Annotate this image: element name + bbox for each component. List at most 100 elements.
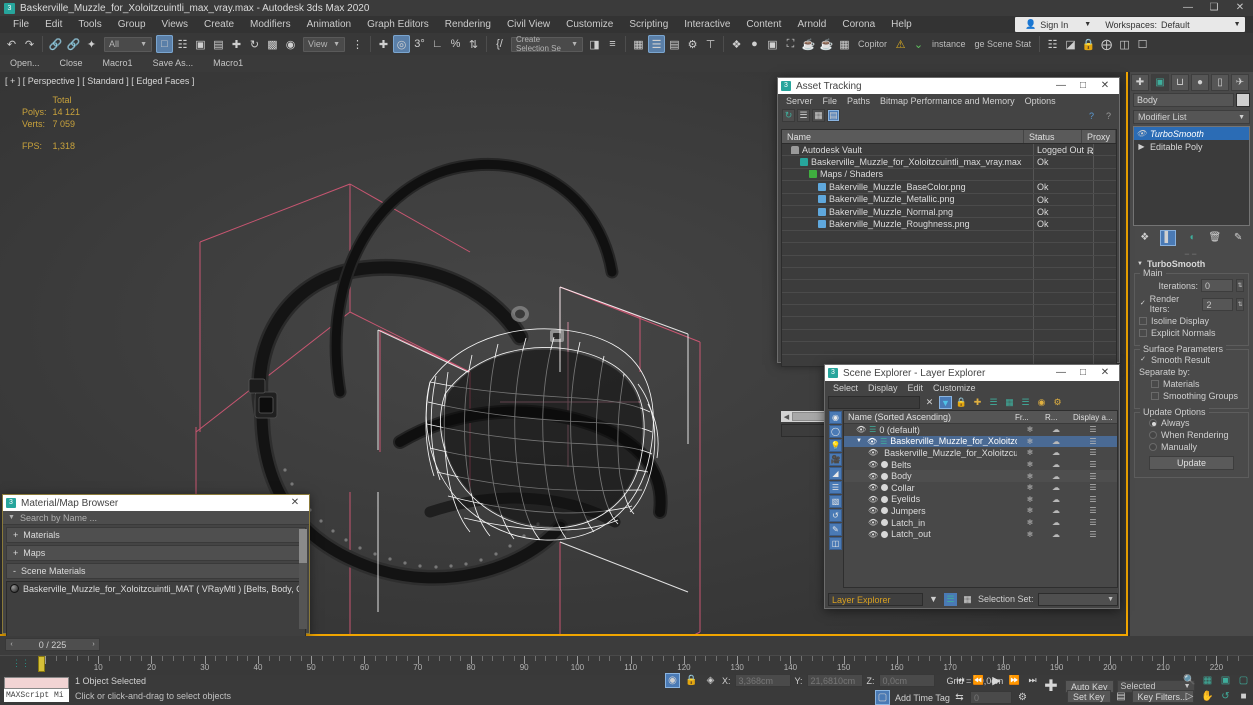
modifier-stack-item-editable-poly[interactable]: ▶ Editable Poly — [1134, 140, 1249, 153]
absolute-relative-mode-icon[interactable]: ◈ — [703, 673, 718, 688]
menu-item-edit[interactable]: Edit — [903, 381, 929, 395]
prev-frame-arrow-icon[interactable]: ‹ — [6, 641, 17, 648]
align-icon[interactable]: ≡ — [604, 35, 621, 53]
macro-button-open-[interactable]: Open... — [0, 55, 50, 72]
display-as-toggle[interactable]: ☰ — [1069, 495, 1117, 504]
selection-filter-dropdown[interactable]: All ▼ — [104, 36, 152, 52]
display-as-toggle[interactable]: ☰ — [1069, 506, 1117, 515]
maximize-button[interactable]: □ — [1072, 365, 1094, 381]
list-item[interactable]: 👁 Jumpers ❄ ☁ ☰ — [844, 505, 1117, 517]
menu-item-content[interactable]: Content — [738, 16, 789, 33]
filter-space-warps-icon[interactable]: ☰ — [829, 481, 842, 494]
menu-item-graph-editors[interactable]: Graph Editors — [359, 16, 437, 33]
key-mode-toggle-icon[interactable]: ⇆ — [952, 690, 967, 705]
security-lock-icon[interactable]: 🔒 — [1080, 35, 1097, 53]
motion-tab-icon[interactable]: ● — [1191, 73, 1209, 91]
filter-bones-icon[interactable]: ✎ — [829, 523, 842, 536]
layer-properties-icon[interactable]: ⚙ — [1051, 396, 1064, 409]
menu-item-edit[interactable]: Edit — [37, 16, 70, 33]
explicit-normals-row[interactable]: Explicit Normals — [1139, 328, 1244, 338]
render-toggle[interactable]: ☁ — [1043, 483, 1069, 492]
table-row[interactable]: Maps / Shaders — [782, 168, 1116, 182]
scene-explorer-icon[interactable]: ☰ — [648, 35, 665, 53]
smooth-result-checkbox[interactable]: ✓ — [1139, 356, 1147, 364]
remove-modifier-icon[interactable]: 🗑 — [1207, 230, 1223, 246]
freeze-toggle[interactable]: ❄ — [1017, 518, 1043, 527]
pin-stack-icon[interactable]: ❖ — [1137, 230, 1153, 246]
list-item[interactable]: ▼👁☰Baskerville_Muzzle_for_Xoloitzcuintli… — [844, 435, 1117, 448]
table-row-empty[interactable] — [782, 267, 1116, 281]
copitor-label[interactable]: Copitor — [854, 39, 891, 49]
eye-icon[interactable]: 👁 — [868, 495, 878, 504]
eye-icon[interactable]: 👁 — [868, 460, 878, 469]
eye-icon[interactable]: 👁 — [868, 506, 878, 515]
modifier-stack[interactable]: 👁 TurboSmooth ▶ Editable Poly — [1133, 126, 1250, 226]
list-item[interactable]: 👁 Baskerville_Muzzle_for_Xoloitzcuintli ❄ ☁… — [844, 447, 1117, 459]
render-iters-checkbox[interactable]: ✓ — [1139, 300, 1147, 308]
macro-button-macro1[interactable]: Macro1 — [93, 55, 143, 72]
macro-button-save-as-[interactable]: Save As... — [143, 55, 204, 72]
scene-explorer-window[interactable]: 3 Scene Explorer - Layer Explorer — □ ✕ … — [824, 364, 1120, 609]
maximize-button[interactable]: □ — [1072, 78, 1094, 94]
column-header-frozen[interactable]: Fr... — [1011, 413, 1041, 422]
modifier-stack-item-turbosmooth[interactable]: 👁 TurboSmooth — [1134, 127, 1249, 140]
display-as-toggle[interactable]: ☰ — [1069, 483, 1117, 492]
key-filters-icon[interactable]: ▤ — [1114, 689, 1129, 704]
isoline-display-row[interactable]: Isoline Display — [1139, 316, 1244, 326]
smoothing-groups-checkbox[interactable] — [1151, 392, 1159, 400]
object-color-swatch[interactable] — [1236, 93, 1250, 107]
eye-icon[interactable]: 👁 — [868, 448, 878, 457]
go-to-start-icon[interactable]: ⏮ — [952, 673, 969, 688]
menu-item-help[interactable]: Help — [883, 16, 920, 33]
edit-named-selection-sets-icon[interactable]: {/ — [491, 35, 508, 53]
go-to-end-icon[interactable]: ⏭ — [1024, 673, 1041, 688]
iterations-field[interactable]: 0 — [1201, 279, 1233, 292]
menu-item-views[interactable]: Views — [154, 16, 197, 33]
render-toggle[interactable]: ☁ — [1043, 425, 1069, 434]
list-item[interactable]: 👁 Eyelids ❄ ☁ ☰ — [844, 494, 1117, 506]
undo-icon[interactable]: ↶ — [3, 35, 20, 53]
menu-item-select[interactable]: Select — [828, 381, 863, 395]
x-coordinate-field[interactable]: 3,368cm — [734, 674, 791, 687]
menu-item-display[interactable]: Display — [863, 381, 903, 395]
menu-item-arnold[interactable]: Arnold — [789, 16, 834, 33]
table-row[interactable]: Bakerville_Muzzle_BaseColor.png Ok — [782, 181, 1116, 194]
list-view-icon[interactable]: ☰ — [797, 109, 810, 122]
close-button[interactable]: ✕ — [1094, 78, 1116, 94]
display-as-toggle[interactable]: ☰ — [1069, 472, 1117, 481]
menu-item-file[interactable]: File — [5, 16, 37, 33]
collapse-triangle-icon[interactable]: ▼ — [856, 438, 862, 444]
section-maps[interactable]: + Maps — [6, 545, 306, 561]
table-row-empty[interactable] — [782, 342, 1116, 355]
eye-icon[interactable]: 👁 — [868, 530, 878, 539]
freeze-toggle[interactable]: ❄ — [1017, 495, 1043, 504]
warning-icon[interactable]: ⚠ — [892, 35, 909, 53]
filter-all-icon[interactable]: ◉ — [829, 411, 842, 424]
freeze-toggle[interactable]: ❄ — [1017, 425, 1043, 434]
render-iters-field[interactable]: 2 — [1202, 297, 1234, 311]
table-row[interactable]: Bakerville_Muzzle_Normal.png Ok — [782, 205, 1116, 219]
freeze-toggle[interactable]: ❄ — [1017, 483, 1043, 492]
table-row[interactable]: Autodesk Vault Logged Out ... — [782, 144, 1116, 157]
curve-editor-icon[interactable]: ⚙ — [684, 35, 701, 53]
create-tab-icon[interactable]: ✚ — [1131, 73, 1149, 91]
select-object-icon[interactable]: □ — [156, 35, 173, 53]
object-name-field[interactable]: Body — [1133, 93, 1234, 107]
display-as-toggle[interactable]: ☰ — [1069, 518, 1117, 527]
configure-modifier-sets-icon[interactable]: ✎ — [1230, 230, 1246, 246]
selection-set-manager-icon[interactable]: ▦ — [961, 593, 974, 606]
render-iters-spinner[interactable]: ⇅ — [1236, 297, 1244, 311]
search-input[interactable]: Search by Name ... — [20, 513, 97, 523]
maximize-button[interactable]: ❑ — [1201, 0, 1227, 16]
menu-item-animation[interactable]: Animation — [299, 16, 359, 33]
render-toggle[interactable]: ☁ — [1043, 518, 1069, 527]
timeline-ruler[interactable]: 10 20 30 40 50 60 70 80 90 100 110 120 130 140 150 160 1… — [0, 655, 1253, 675]
percent-snap-icon[interactable]: ∟ — [429, 35, 446, 53]
filter-cameras-icon[interactable]: 🎥 — [829, 453, 842, 466]
add-layer-icon[interactable]: ✚ — [971, 396, 984, 409]
minimize-button[interactable]: — — [1175, 0, 1201, 16]
menu-item-options[interactable]: Options — [1020, 94, 1061, 108]
filter-icon[interactable]: ▼ — [939, 396, 952, 409]
render-toggle[interactable]: ☁ — [1043, 506, 1069, 515]
menu-item-bitmap-performance-and-memory[interactable]: Bitmap Performance and Memory — [875, 94, 1020, 108]
